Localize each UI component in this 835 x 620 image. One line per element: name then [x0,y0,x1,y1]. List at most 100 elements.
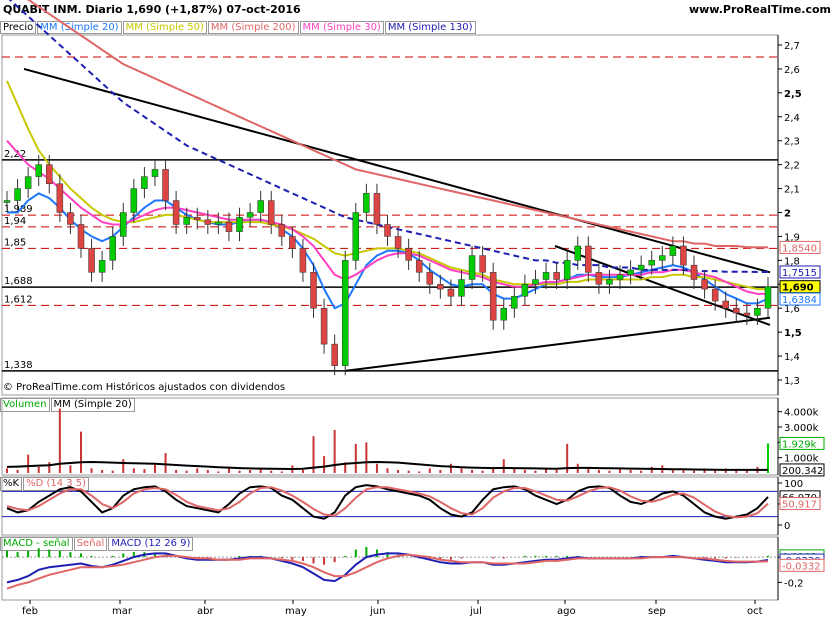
volume-bar [175,469,178,473]
macd-hist-bar [238,555,241,558]
volume-bar [354,443,357,473]
ma-line-2 [6,80,768,291]
macd-hist-bar [566,555,569,558]
candle-body [669,245,677,256]
macd-hist-bar [365,547,368,558]
volume-bar [37,466,40,473]
candle-body [215,221,222,225]
candle-body [183,217,190,225]
candle-body [521,284,529,297]
candle-body [299,248,307,273]
candle-body [88,248,95,273]
volume-bar [587,468,590,473]
macd-hist-bar [534,555,537,558]
candle-body [56,183,64,213]
candle-body [489,272,497,321]
candle-body [67,212,74,225]
month-label-mar: mar [112,606,133,617]
price-tick-label: 1,5 [784,328,802,339]
candle-body [606,279,613,285]
candle-body [310,272,317,309]
price-tick-label: 1,3 [784,376,800,387]
volume-bar [693,470,696,473]
volume-bar [185,470,188,473]
month-label-feb: feb [22,606,38,617]
price-marker-label: 1,8540 [782,243,817,254]
volume-bar [270,470,273,473]
macd-hist-bar [523,555,526,558]
macd-tick-label: -0,2 [784,578,804,589]
candle-body [98,260,106,273]
candle-body [637,264,645,271]
candle-body [532,279,539,285]
volume-bar [682,469,685,473]
candle-body [246,212,254,218]
macd-hist-bar [280,557,283,559]
macd-hist-bar [344,555,347,558]
volume-bar [439,469,442,473]
macd-hist-bar [724,557,727,559]
volume-bar [375,463,378,473]
volume-bar [48,462,51,473]
price-marker-label: 1,690 [782,283,814,294]
candle-body [162,169,169,201]
candle-body [257,200,264,213]
candle-body [405,248,412,261]
candle-body [225,221,233,232]
price-marker-label: 1,7515 [782,268,817,279]
candle-body [542,272,550,280]
volume-bar [143,469,146,473]
panel-frame-0 [1,34,779,396]
vol-marker-label: 200.342 [782,466,823,477]
volume-bar [608,470,611,473]
stock-chart: feb mar abr may jun jul ago sep oct 2,7 2,6 2,5 2,4 2… [1,0,825,617]
candle-body [289,236,296,249]
macd-hist-bar [69,552,72,558]
month-label-may: may [285,606,307,617]
volume-bar [471,469,474,473]
candle-body [320,307,328,345]
macd-hist-bar [58,550,61,558]
stoch-marker-label: 50,917 [782,500,817,511]
candle-body [690,264,698,280]
macd-hist-bar [735,557,738,558]
candle-body [341,260,349,366]
candle-body [14,188,21,201]
macd-hist-bar [714,557,717,559]
volume-bar [745,470,748,473]
macd-hist-bar [502,557,505,559]
macd-line-1 [6,553,769,590]
volume-bar [249,469,252,473]
price-tick-label: 2,6 [784,65,800,76]
panel-frame-3 [1,536,779,601]
vol-tick-label: 1.000k [784,454,819,465]
volume-bar [196,468,199,473]
volume-bar [481,470,484,473]
macd-hist-bar [111,555,114,558]
month-label-jun: jun [369,606,385,617]
macd-hist-bar [48,549,51,558]
price-tick-label: 2,4 [784,113,800,124]
candle-body [701,279,708,290]
volume-bar [534,470,537,473]
stoch-tick-label: 0 [784,521,790,532]
volume-bar [132,468,135,473]
candle-body [648,260,655,266]
macd-hist-bar [333,557,336,563]
volume-bar [79,431,82,473]
volume-bar [523,469,526,473]
volume-bar [629,469,632,473]
candle-body [384,224,391,237]
volume-bar [386,468,389,473]
volume-bar [333,430,336,473]
level-label-4: 1,688 [4,276,33,287]
ma-line-1 [7,192,769,310]
month-label-jul: jul [469,606,482,617]
candle-body [680,245,687,266]
volume-bar [301,469,304,473]
month-label-abr: abr [197,606,214,617]
macd-hist-bar [291,557,294,560]
month-label-oct: oct [747,606,763,617]
macd-hist-bar [745,557,748,558]
vol-tick-label: 4.000k [784,408,819,419]
